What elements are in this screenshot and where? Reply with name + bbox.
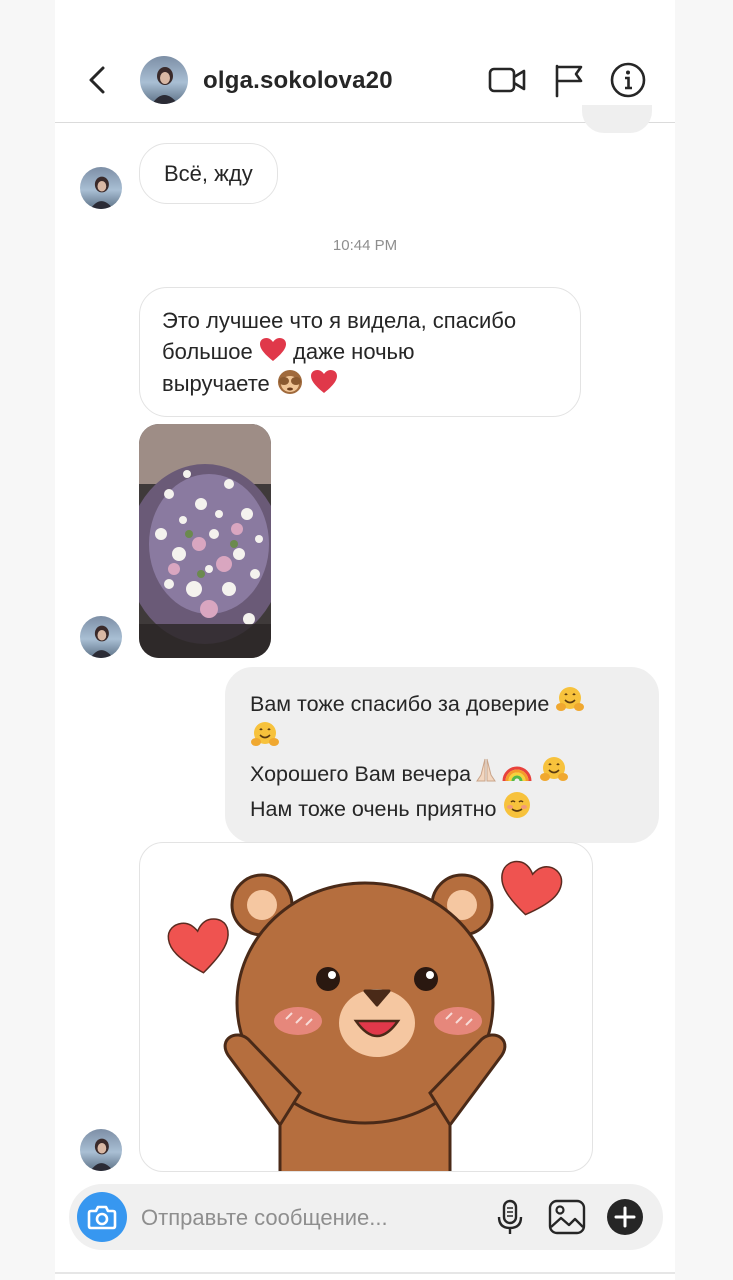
bear-sticker-message[interactable] <box>139 842 593 1172</box>
flag-icon <box>555 64 583 98</box>
info-icon <box>610 62 646 98</box>
gallery-button[interactable] <box>547 1197 587 1237</box>
sender-avatar[interactable] <box>80 167 122 209</box>
flowers-photo-message[interactable] <box>139 424 271 658</box>
sender-avatar[interactable] <box>80 616 122 658</box>
heart-shape <box>167 918 229 974</box>
heart-shape <box>501 860 563 916</box>
message-emoji-row <box>250 720 634 755</box>
message-text: большое даже ночью <box>162 338 415 364</box>
message-composer <box>69 1184 663 1250</box>
sent-message-bubble[interactable]: Вам тоже спасибо за доверие Хорошего Вам… <box>225 667 659 843</box>
info-button[interactable] <box>608 60 648 100</box>
chat-username[interactable]: olga.sokolova20 <box>203 67 393 95</box>
message-text: Это лучшее что я видела, спасибо <box>162 308 517 333</box>
smiling-face-icon <box>504 792 531 818</box>
received-message-bubble[interactable]: Всё, жду <box>139 143 278 204</box>
message-text: Хорошего Вам вечера <box>250 755 634 790</box>
microphone-icon <box>497 1199 523 1234</box>
video-call-button[interactable] <box>487 60 527 100</box>
chevron-left-icon <box>89 66 105 94</box>
message-input[interactable] <box>139 1200 443 1236</box>
message-text: выручаете <box>162 367 558 399</box>
message-text: Вам тоже спасибо за доверие <box>250 685 634 720</box>
rainbow-icon <box>502 766 532 782</box>
bottom-divider <box>55 1272 675 1274</box>
red-heart-icon <box>311 370 338 393</box>
video-camera-icon <box>488 67 526 93</box>
received-message-bubble[interactable]: Это лучшее что я видела, спасибо большое… <box>139 287 581 417</box>
message-text: Всё, жду <box>164 161 253 186</box>
previous-message-bubble <box>582 105 652 133</box>
back-button[interactable] <box>83 62 113 98</box>
hugging-face-icon <box>251 722 279 746</box>
more-options-button[interactable] <box>605 1197 645 1237</box>
camera-icon <box>87 1205 117 1230</box>
report-button[interactable] <box>549 60 589 100</box>
see-no-evil-monkey-icon <box>277 370 302 394</box>
chat-screen: olga.sokolova20 Всё, жду 10:44 PM Это лу… <box>55 0 675 1280</box>
message-text: Нам тоже очень приятно <box>250 790 634 825</box>
sender-avatar[interactable] <box>80 1129 122 1171</box>
plus-icon <box>607 1199 643 1235</box>
praying-hands-icon <box>476 758 496 782</box>
profile-avatar[interactable] <box>140 56 188 104</box>
red-heart-icon <box>259 338 286 361</box>
hugging-face-icon <box>540 757 569 781</box>
hugging-face-icon <box>556 687 585 711</box>
message-timestamp: 10:44 PM <box>332 237 398 254</box>
camera-button[interactable] <box>77 1192 127 1242</box>
gallery-icon <box>548 1199 586 1235</box>
voice-message-button[interactable] <box>490 1197 530 1237</box>
